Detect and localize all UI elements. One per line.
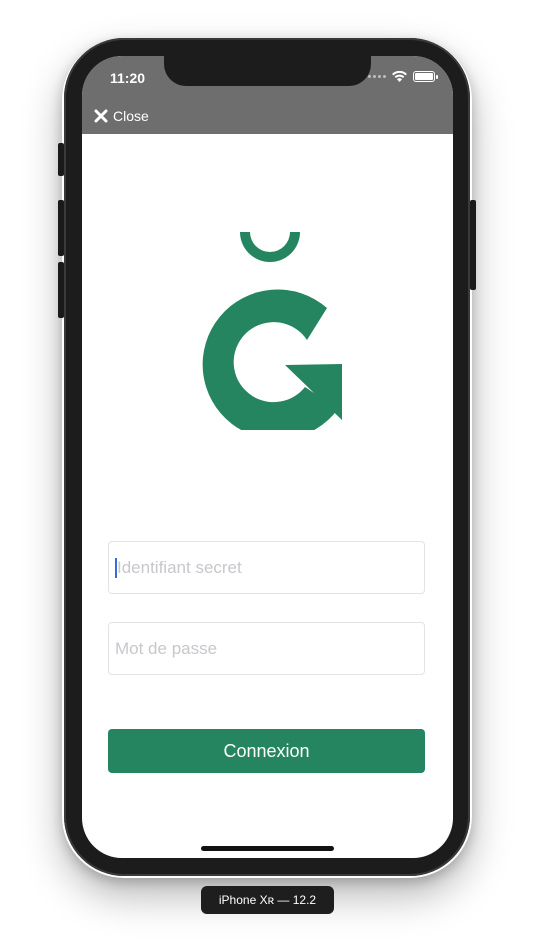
- password-input[interactable]: [115, 638, 424, 659]
- secret-id-input[interactable]: [117, 557, 424, 578]
- volume-down-button: [58, 262, 64, 318]
- close-label: Close: [113, 108, 149, 124]
- notch: [164, 56, 371, 86]
- cellular-signal-icon: [368, 75, 386, 78]
- secret-id-field[interactable]: [108, 541, 425, 594]
- power-button: [470, 200, 476, 290]
- home-indicator[interactable]: [201, 846, 334, 851]
- g-breve-logo-icon: [202, 232, 342, 430]
- status-time: 11:20: [110, 70, 146, 86]
- status-icons: [368, 71, 438, 82]
- app-screen: 11:20 Close Connexion: [82, 56, 453, 858]
- nav-bar: Close: [82, 100, 453, 134]
- simulator-device-label: iPhone Xʀ — 12.2: [201, 886, 334, 914]
- close-icon: [94, 109, 108, 123]
- battery-icon: [413, 71, 438, 82]
- password-field[interactable]: [108, 622, 425, 675]
- wifi-icon: [392, 71, 407, 82]
- mute-switch: [58, 143, 64, 176]
- close-button[interactable]: Close: [94, 108, 149, 124]
- login-button[interactable]: Connexion: [108, 729, 425, 773]
- volume-up-button: [58, 200, 64, 256]
